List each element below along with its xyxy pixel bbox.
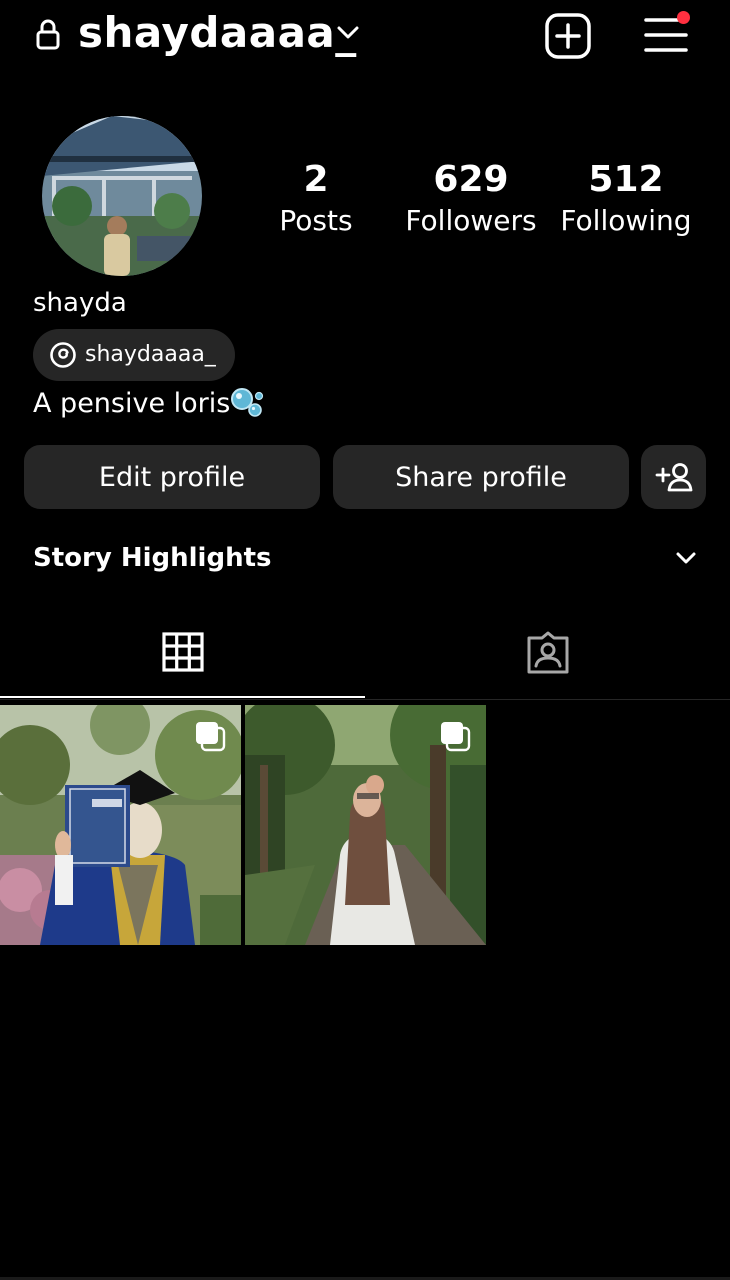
bio-text: A pensive loris (33, 388, 231, 419)
tab-tagged[interactable] (365, 604, 730, 700)
share-profile-button[interactable]: Share profile (333, 445, 629, 509)
lock-icon (36, 19, 60, 50)
display-name: shayda (33, 288, 127, 318)
following-count-value: 512 (588, 159, 664, 200)
chevron-down-icon[interactable] (675, 550, 697, 566)
tab-divider (0, 699, 730, 700)
followers-count-value: 629 (433, 159, 509, 200)
posts-count-value: 2 (303, 159, 329, 200)
notification-dot (677, 11, 690, 24)
bio: A pensive loris (33, 386, 264, 421)
following-count-label: Following (560, 204, 692, 237)
carousel-icon (196, 722, 226, 752)
followers-count[interactable]: 629 Followers (396, 158, 546, 240)
followers-count-label: Followers (405, 204, 537, 237)
bubbles-icon (231, 388, 264, 417)
edit-profile-button[interactable]: Edit profile (24, 445, 320, 509)
posts-count-label: Posts (279, 204, 353, 237)
discover-people-button[interactable] (641, 445, 706, 509)
account-switcher-username[interactable]: shaydaaaa_ (78, 8, 357, 57)
profile-page: shaydaaaa_ 2 Posts 629 Followers 512 Fol… (0, 0, 730, 1280)
post-thumbnail[interactable] (0, 705, 241, 945)
top-bar: shaydaaaa_ (0, 0, 730, 72)
add-person-icon (655, 463, 692, 492)
active-tab-indicator (0, 696, 365, 698)
tab-posts-grid[interactable] (0, 604, 365, 700)
grid-icon (162, 632, 204, 672)
create-post-icon[interactable] (544, 12, 592, 60)
carousel-icon (441, 722, 471, 752)
threads-handle: shaydaaaa_ (85, 342, 216, 367)
story-highlights-label[interactable]: Story Highlights (33, 541, 271, 575)
threads-icon (50, 342, 76, 368)
chevron-down-icon[interactable] (336, 24, 360, 42)
posts-count[interactable]: 2 Posts (266, 158, 366, 240)
following-count[interactable]: 512 Following (553, 158, 699, 240)
avatar[interactable] (42, 116, 202, 276)
tagged-icon (527, 631, 569, 674)
post-thumbnail[interactable] (245, 705, 486, 945)
threads-badge[interactable]: shaydaaaa_ (33, 329, 235, 381)
